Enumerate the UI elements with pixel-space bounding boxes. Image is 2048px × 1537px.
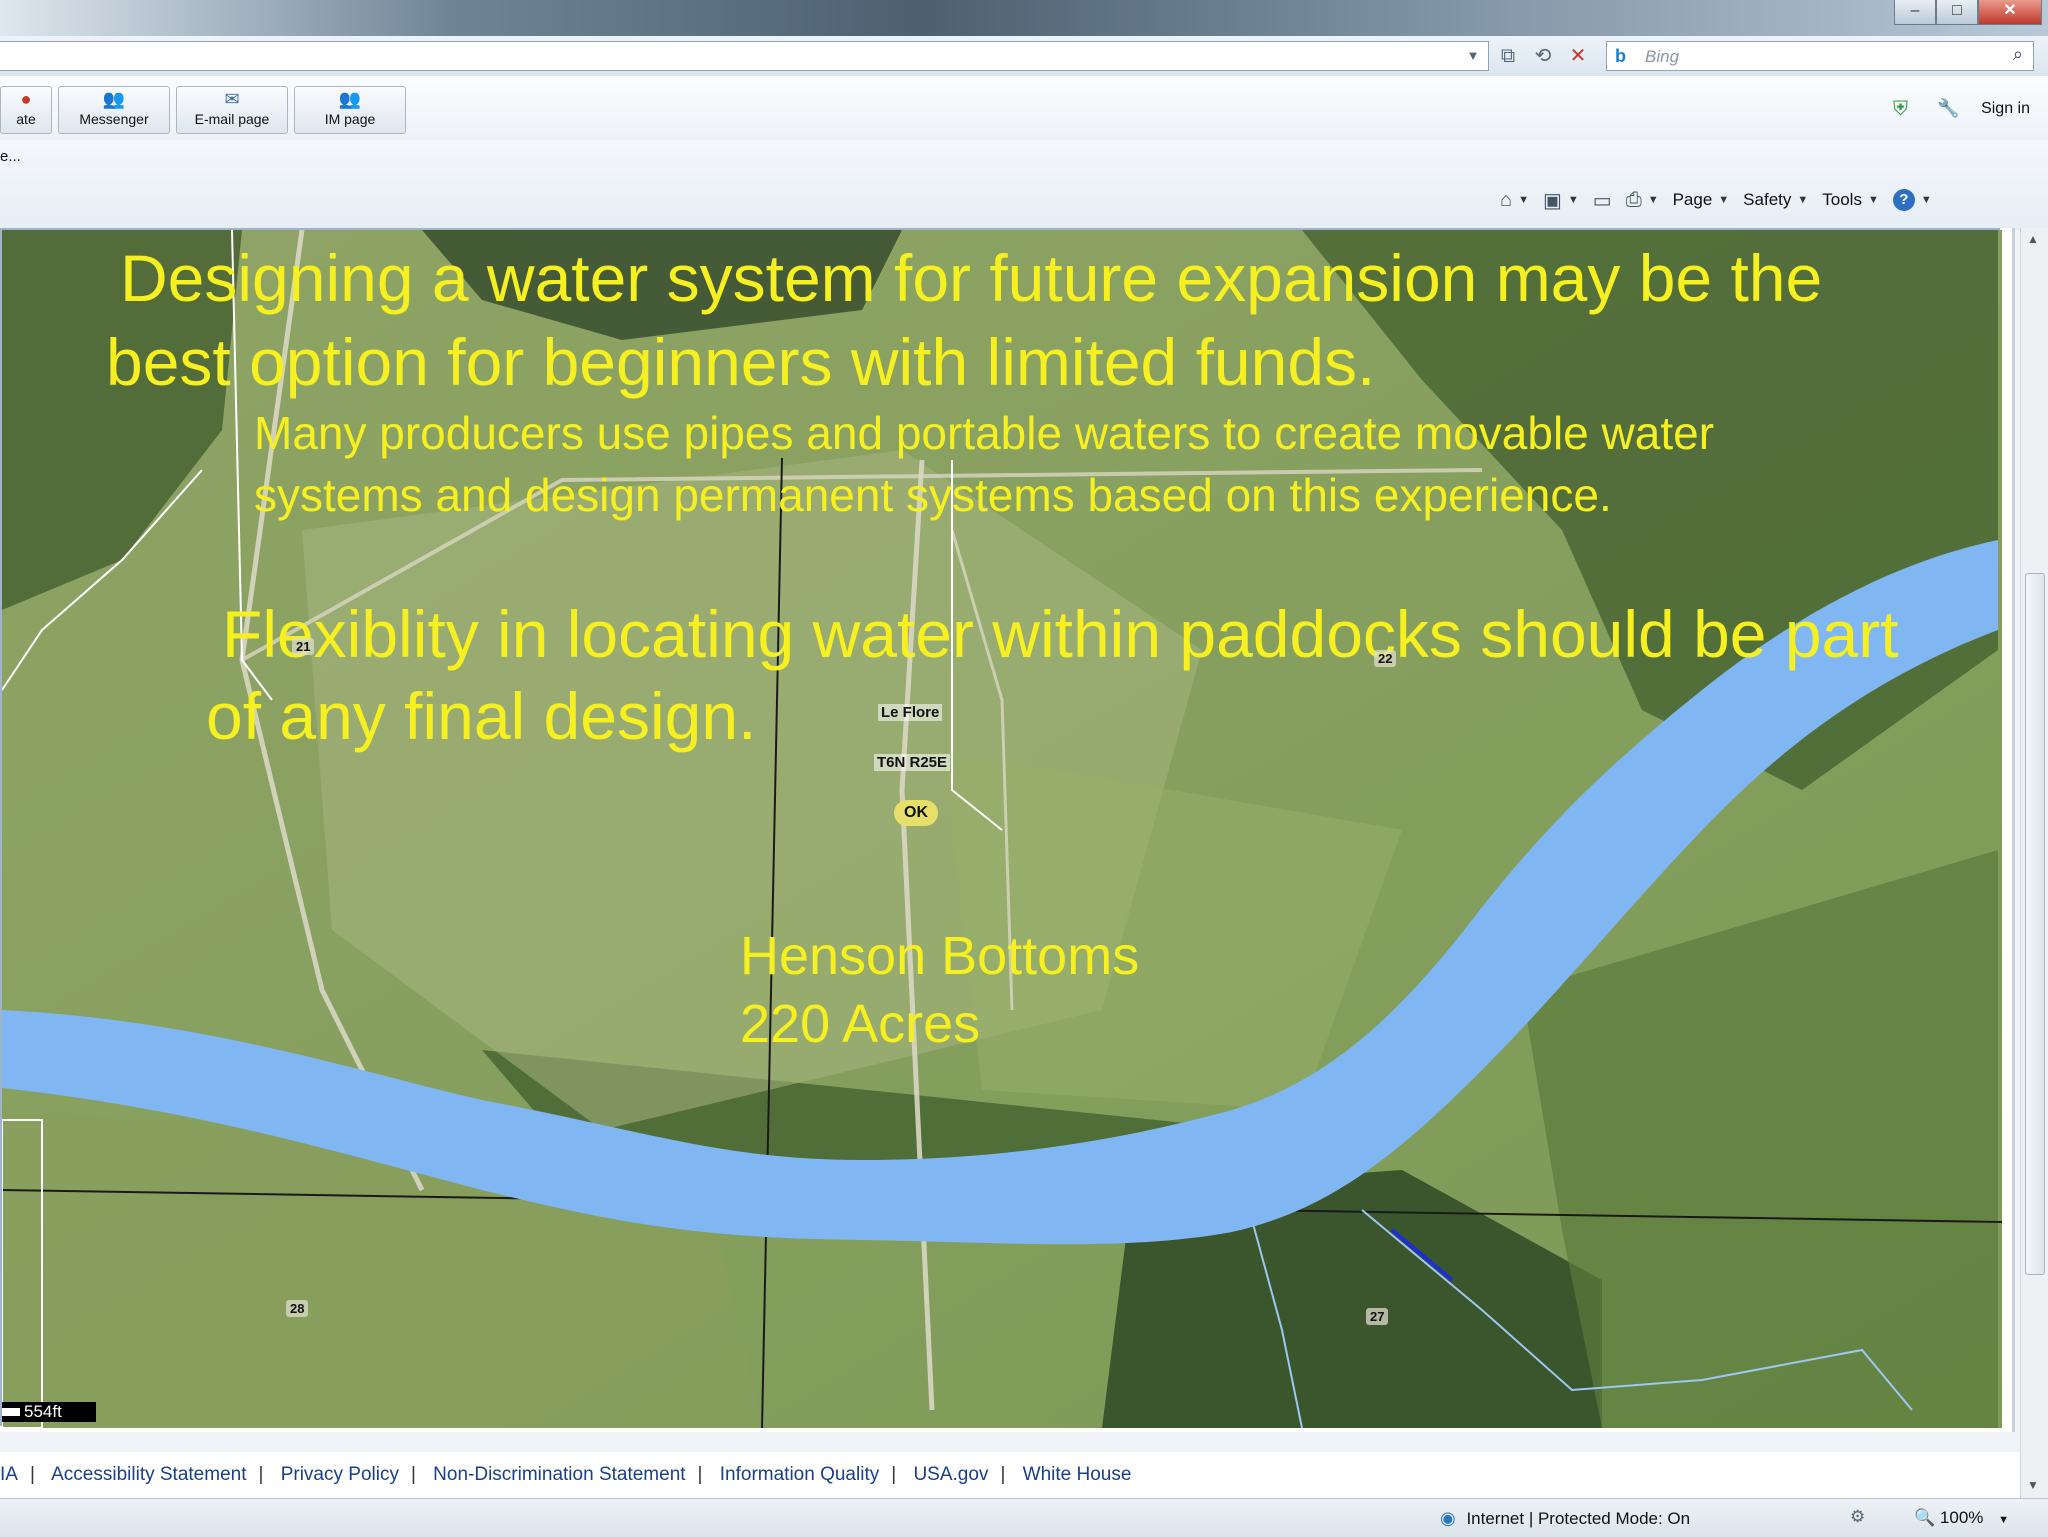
footer-link-usa-gov[interactable]: USA.gov (913, 1464, 988, 1485)
farm-name: Henson Bottoms (740, 926, 1140, 986)
toolbar-button-partial[interactable]: ● ate (0, 86, 52, 134)
search-placeholder: Bing (1645, 47, 1680, 66)
protected-mode-icon[interactable]: ⚙ (1850, 1507, 1865, 1527)
browser-status-bar: ◉ Internet | Protected Mode: On ⚙ 🔍 100%… (0, 1498, 2048, 1537)
sign-in-link[interactable]: Sign in (1981, 100, 2030, 118)
partial-icon: ● (20, 89, 32, 109)
vertical-scrollbar[interactable]: ▲ ▼ (2020, 228, 2048, 1508)
subtext-line-2: systems and design permanent systems bas… (254, 469, 1612, 521)
township-label: T6N R25E (874, 754, 951, 771)
page-dropdown-icon[interactable]: ▼ (1718, 194, 1729, 206)
globe-icon: ◉ (1440, 1508, 1456, 1528)
footer-link-privacy[interactable]: Privacy Policy (281, 1464, 399, 1485)
section-label: 28 (286, 1300, 309, 1317)
tools-dropdown-icon[interactable]: ▼ (1868, 194, 1879, 206)
toolbar-button-label: ate (16, 111, 36, 127)
scroll-up-icon[interactable]: ▲ (2027, 232, 2039, 246)
feeds-icon[interactable]: ▣ (1543, 188, 1562, 213)
im-page-label: IM page (324, 111, 376, 127)
home-icon[interactable]: ⌂ (1500, 189, 1512, 212)
email-page-button[interactable]: ✉ E-mail page (176, 86, 288, 134)
headline-line-2: best option for beginners with limited f… (106, 325, 1376, 399)
help-icon[interactable]: ? (1892, 189, 1915, 211)
footer-separator: | (891, 1464, 897, 1485)
state-label: OK (894, 800, 938, 826)
section-label: 27 (1366, 1308, 1389, 1325)
im-icon: 👥 (338, 89, 362, 109)
town-label: Le Flore (878, 704, 943, 721)
scale-bar-segment (2, 1408, 20, 1416)
command-bar: ⌂ ▼ ▣ ▼ ▭ ⎙ ▼ Page ▼ Safety ▼ Tools ▼ ? ▼ (1500, 185, 1932, 215)
refresh-icon[interactable]: ⟲ (1528, 42, 1558, 70)
zoom-icon: 🔍 (1914, 1508, 1936, 1527)
email-page-label: E-mail page (194, 111, 270, 127)
links-toolbar: ● ate 👥 Messenger ✉ E-mail page 👥 IM pag… (0, 76, 2048, 141)
wrench-icon[interactable]: 🔧 (1937, 98, 1959, 119)
compatibility-view-icon[interactable]: ⧉ (1493, 42, 1523, 70)
aerial-map[interactable]: Designing a water system for future expa… (0, 228, 2002, 1428)
security-zone[interactable]: ◉ Internet | Protected Mode: On (1440, 1508, 1690, 1529)
shield-icon[interactable]: ⛨ (1893, 98, 1908, 121)
close-window-button[interactable]: ✕ (1978, 0, 2042, 25)
messenger-icon: 👥 (102, 89, 126, 109)
window-controls: – □ ✕ (1894, 0, 2042, 25)
email-icon: ✉ (224, 89, 240, 109)
favorites-partial-item[interactable]: e... (0, 148, 21, 165)
safety-menu[interactable]: Safety (1743, 190, 1791, 210)
tools-menu[interactable]: Tools (1822, 190, 1862, 210)
help-dropdown-icon[interactable]: ▼ (1921, 194, 1932, 206)
stop-icon[interactable]: ✕ (1563, 42, 1593, 70)
headline-line-1: Designing a water system for future expa… (120, 241, 1823, 315)
feeds-dropdown-icon[interactable]: ▼ (1568, 194, 1579, 206)
messenger-label: Messenger (79, 111, 149, 127)
messenger-button[interactable]: 👥 Messenger (58, 86, 170, 134)
footer-link-accessibility[interactable]: Accessibility Statement (51, 1464, 246, 1485)
farm-acres: 220 Acres (740, 994, 981, 1054)
window-title-bar: – □ ✕ (0, 0, 2048, 36)
map-scale-bar: 554ft (2, 1402, 96, 1422)
zoom-control[interactable]: 🔍 100% ▼ (1914, 1508, 2009, 1528)
page-menu[interactable]: Page (1673, 190, 1713, 210)
safety-dropdown-icon[interactable]: ▼ (1797, 194, 1808, 206)
flex-line-1: Flexiblity in locating water within padd… (222, 597, 1899, 671)
address-row: ▼ ⧉ ⟲ ✕ b Bing ⌕ (0, 36, 2048, 77)
footer-links: IA | Accessibility Statement | Privacy Pol… (0, 1452, 2020, 1498)
footer-link-non-discrimination[interactable]: Non-Discrimination Statement (433, 1464, 685, 1485)
read-mail-icon[interactable]: ▭ (1593, 188, 1612, 213)
footer-link-white-house[interactable]: White House (1023, 1464, 1132, 1485)
page-content: Designing a water system for future expa… (0, 228, 2015, 1432)
footer-separator: | (29, 1464, 35, 1485)
print-icon[interactable]: ⎙ (1626, 189, 1642, 212)
section-label: 22 (1374, 650, 1397, 667)
search-box[interactable]: b Bing ⌕ (1606, 41, 2034, 71)
home-dropdown-icon[interactable]: ▼ (1518, 194, 1529, 206)
im-page-button[interactable]: 👥 IM page (294, 86, 406, 134)
footer-separator: | (258, 1464, 264, 1485)
footer-separator: | (410, 1464, 416, 1485)
print-dropdown-icon[interactable]: ▼ (1648, 194, 1659, 206)
scale-label: 554ft (24, 1402, 62, 1421)
zoom-level: 100% (1939, 1508, 1984, 1527)
footer-separator: | (697, 1464, 703, 1485)
zoom-dropdown-icon[interactable]: ▼ (1998, 1514, 2009, 1526)
section-label: 21 (292, 638, 315, 655)
flex-line-2: of any final design. (206, 679, 757, 753)
search-icon[interactable]: ⌕ (2013, 44, 2023, 65)
minimize-button[interactable]: – (1894, 0, 1936, 25)
bing-logo-icon: b (1615, 46, 1626, 66)
address-dropdown-icon[interactable]: ▼ (1458, 42, 1488, 70)
footer-separator: | (1000, 1464, 1006, 1485)
scrollbar-thumb[interactable] (2025, 573, 2045, 1275)
scroll-down-icon[interactable]: ▼ (2027, 1478, 2039, 1492)
address-bar[interactable] (0, 41, 1489, 71)
restore-button[interactable]: □ (1936, 0, 1978, 25)
footer-link-ia[interactable]: IA (0, 1464, 18, 1485)
zone-text: Internet | Protected Mode: On (1466, 1509, 1691, 1528)
footer-link-information-quality[interactable]: Information Quality (720, 1464, 879, 1485)
subtext-line-1: Many producers use pipes and portable wa… (254, 407, 1715, 459)
